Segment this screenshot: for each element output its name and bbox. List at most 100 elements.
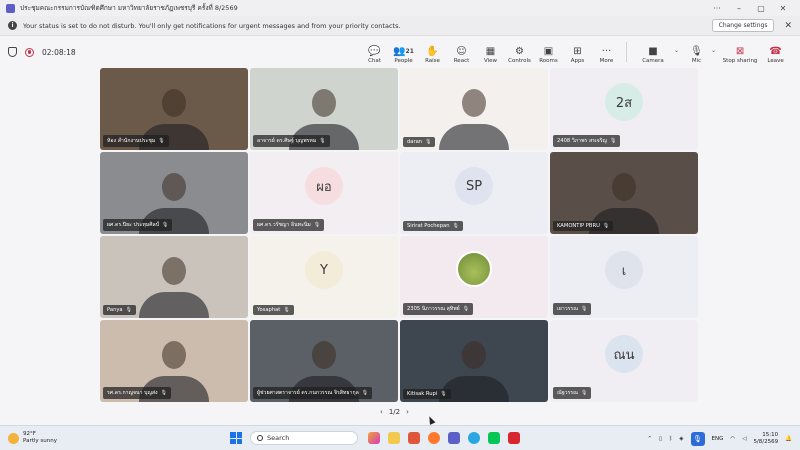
participant-tile[interactable]: ณน ณัฐวรรณ 🎙 <box>550 320 698 402</box>
participant-tile[interactable]: ห้อง สำนักงานประชุม 🎙 <box>100 68 248 150</box>
mic-in-use-icon[interactable]: 🎙 <box>690 431 705 446</box>
mic-icon: 🎙 <box>690 46 703 57</box>
more-icon: ··· <box>601 46 612 57</box>
view-button[interactable]: ▦ View <box>476 45 505 64</box>
participant-avatar: เ <box>605 251 643 290</box>
teams-icon[interactable] <box>448 432 460 444</box>
video-feed <box>462 341 486 370</box>
participant-tile[interactable]: Y Yosaphat 🎙 <box>250 236 398 318</box>
bluetooth-icon[interactable]: ᛒ <box>669 436 672 442</box>
people-button[interactable]: 👥21 People <box>389 45 418 64</box>
camera-button[interactable]: ■ Camera <box>632 45 674 64</box>
mic-off-icon: 🎙 <box>162 222 169 228</box>
more-button[interactable]: ··· More <box>592 45 621 64</box>
mic-off-icon: 🎙 <box>602 223 610 229</box>
copilot-icon[interactable] <box>368 432 380 444</box>
rooms-button[interactable]: ▣ Rooms <box>534 45 563 64</box>
change-settings-button[interactable]: Change settings <box>711 19 775 32</box>
file-explorer-icon[interactable] <box>388 432 400 444</box>
firefox-icon[interactable] <box>428 432 440 444</box>
participant-tile[interactable]: รศ.ดร.กาญจนา บุญส่ง 🎙 <box>100 320 248 402</box>
page-indicator: 1/2 <box>388 408 401 416</box>
participant-tile[interactable]: เเยาวรรณ 🎙 <box>550 236 698 318</box>
participant-tile[interactable]: Panya 🎙 <box>100 236 248 318</box>
minimize-button[interactable]: – <box>728 4 750 13</box>
participant-tile[interactable]: daran 🎙 <box>400 68 548 150</box>
close-window-button[interactable]: ✕ <box>772 4 794 13</box>
line-icon[interactable] <box>488 432 500 444</box>
shield-icon[interactable]: ◈ <box>679 436 683 442</box>
windows-start-icon[interactable] <box>230 432 242 444</box>
mic-off-icon: 🎙 <box>462 306 470 312</box>
participant-avatar: 2ส <box>605 83 643 122</box>
stop-sharing-button[interactable]: ⊠ Stop sharing <box>719 45 761 64</box>
video-feed-body <box>139 292 209 318</box>
mic-off-icon: 🎙 <box>425 139 432 145</box>
leave-button[interactable]: ☎ Leave <box>761 45 790 64</box>
participant-tile[interactable]: 2305 นิภาวรรณ สุทิพย์ 🎙 <box>400 236 548 318</box>
apps-button[interactable]: ⊞ Apps <box>563 45 592 64</box>
weather-widget[interactable]: 92°F Partly sunny <box>0 431 230 445</box>
chevron-down-icon[interactable]: ⌄ <box>711 47 716 54</box>
close-notification-icon[interactable]: ✕ <box>784 21 792 31</box>
notification-bell-icon[interactable]: 🔔 <box>785 436 792 442</box>
participant-tile[interactable]: SP Sirirat Pochepan 🎙 <box>400 152 548 234</box>
mic-off-icon: 🎙 <box>609 138 617 144</box>
office-icon[interactable] <box>408 432 420 444</box>
participant-tile[interactable]: ผศ.ดร.ปิยะ ประทุมศิลป์ 🎙 <box>100 152 248 234</box>
search-placeholder: Search <box>267 434 290 442</box>
participant-avatar: ณน <box>605 335 643 374</box>
pdf-icon[interactable] <box>508 432 520 444</box>
speaker-icon[interactable]: ◁ <box>742 436 746 442</box>
mic-off-icon: 🎙 <box>158 138 165 144</box>
chat-button[interactable]: 💬 Chat <box>360 45 389 64</box>
edge-icon[interactable] <box>468 432 480 444</box>
participant-tile[interactable]: Kitisak Rupi 🎙 <box>400 320 548 402</box>
maximize-button[interactable]: ▢ <box>750 4 772 13</box>
chevron-left-icon[interactable]: ‹ <box>380 408 383 416</box>
stop-share-icon: ⊠ <box>735 46 745 57</box>
raise-button[interactable]: ✋ Raise <box>418 45 447 64</box>
participant-tile[interactable]: KAMONTIP PBRU 🎙 <box>550 152 698 234</box>
chevron-down-icon[interactable]: ⌄ <box>674 47 679 54</box>
mic-off-icon: 🎙 <box>361 390 369 396</box>
participant-tile[interactable]: 2ส 2408 วิภาพร สรเจริญ 🎙 <box>550 68 698 150</box>
mic-off-icon: 🎙 <box>125 307 132 313</box>
mic-off-icon: 🎙 <box>319 138 326 144</box>
taskbar-clock[interactable]: 15:10 5/8/2569 <box>753 432 778 446</box>
react-button[interactable]: ☺ React <box>447 45 476 64</box>
participant-avatar: ผอ <box>305 167 343 206</box>
search-icon <box>257 435 263 441</box>
participant-name: Kitisak Rupi 🎙 <box>403 389 451 399</box>
video-feed <box>162 341 186 370</box>
wifi-icon[interactable]: ◠ <box>730 436 735 442</box>
battery-icon[interactable]: ▯ <box>659 436 662 442</box>
participant-name: 2408 วิภาพร สรเจริญ 🎙 <box>553 135 621 147</box>
shield-icon[interactable] <box>8 47 17 57</box>
phone-hangup-icon: ☎ <box>769 46 782 57</box>
participant-tile[interactable]: ผู้ช่วยศาสตราจารย์ ดร.กนกวรรณ จิรสิทธากุ… <box>250 320 398 402</box>
mic-off-icon: 🎙 <box>452 223 459 229</box>
people-icon: 👥21 <box>393 46 414 57</box>
taskbar-search[interactable]: Search <box>250 431 358 445</box>
participant-name: เยาวรรณ 🎙 <box>553 303 592 315</box>
teams-icon <box>6 3 15 13</box>
participant-tile[interactable]: ผอผศ.ดร.วรัชญา อินทะนิม 🎙 <box>250 152 398 234</box>
mic-button[interactable]: 🎙 Mic <box>682 45 711 64</box>
window-title: ประชุมคณะกรรมการบัณฑิตศึกษา มหาวิทยาลัยร… <box>20 4 238 12</box>
participant-tile[interactable]: อาจารย์ ดร.ศิษฐ์ บุญพรหม 🎙 <box>250 68 398 150</box>
participant-name: ผศ.ดร.วรัชญา อินทะนิม 🎙 <box>253 219 325 231</box>
window-titlebar: ประชุมคณะกรรมการบัณฑิตศึกษา มหาวิทยาลัยร… <box>0 0 800 16</box>
controls-button[interactable]: ⚙ Controls <box>505 45 534 64</box>
language-indicator[interactable]: ENG <box>712 436 724 442</box>
video-feed <box>162 173 186 202</box>
participant-name: ผู้ช่วยศาสตราจารย์ ดร.กนกวรรณ จิรสิทธากุ… <box>253 387 373 399</box>
video-feed-body <box>439 124 509 150</box>
participant-name: daran 🎙 <box>403 137 436 147</box>
chevron-right-icon[interactable]: › <box>406 408 409 416</box>
system-tray: ⌃ ▯ ᛒ ◈ 🎙 ENG ◠ ◁ 15:10 5/8/2569 🔔 <box>647 426 792 450</box>
more-icon[interactable]: ··· <box>706 4 728 13</box>
mic-off-icon: 🎙 <box>440 391 447 397</box>
participant-name: Panya 🎙 <box>103 305 136 315</box>
chevron-up-icon[interactable]: ⌃ <box>647 436 652 442</box>
